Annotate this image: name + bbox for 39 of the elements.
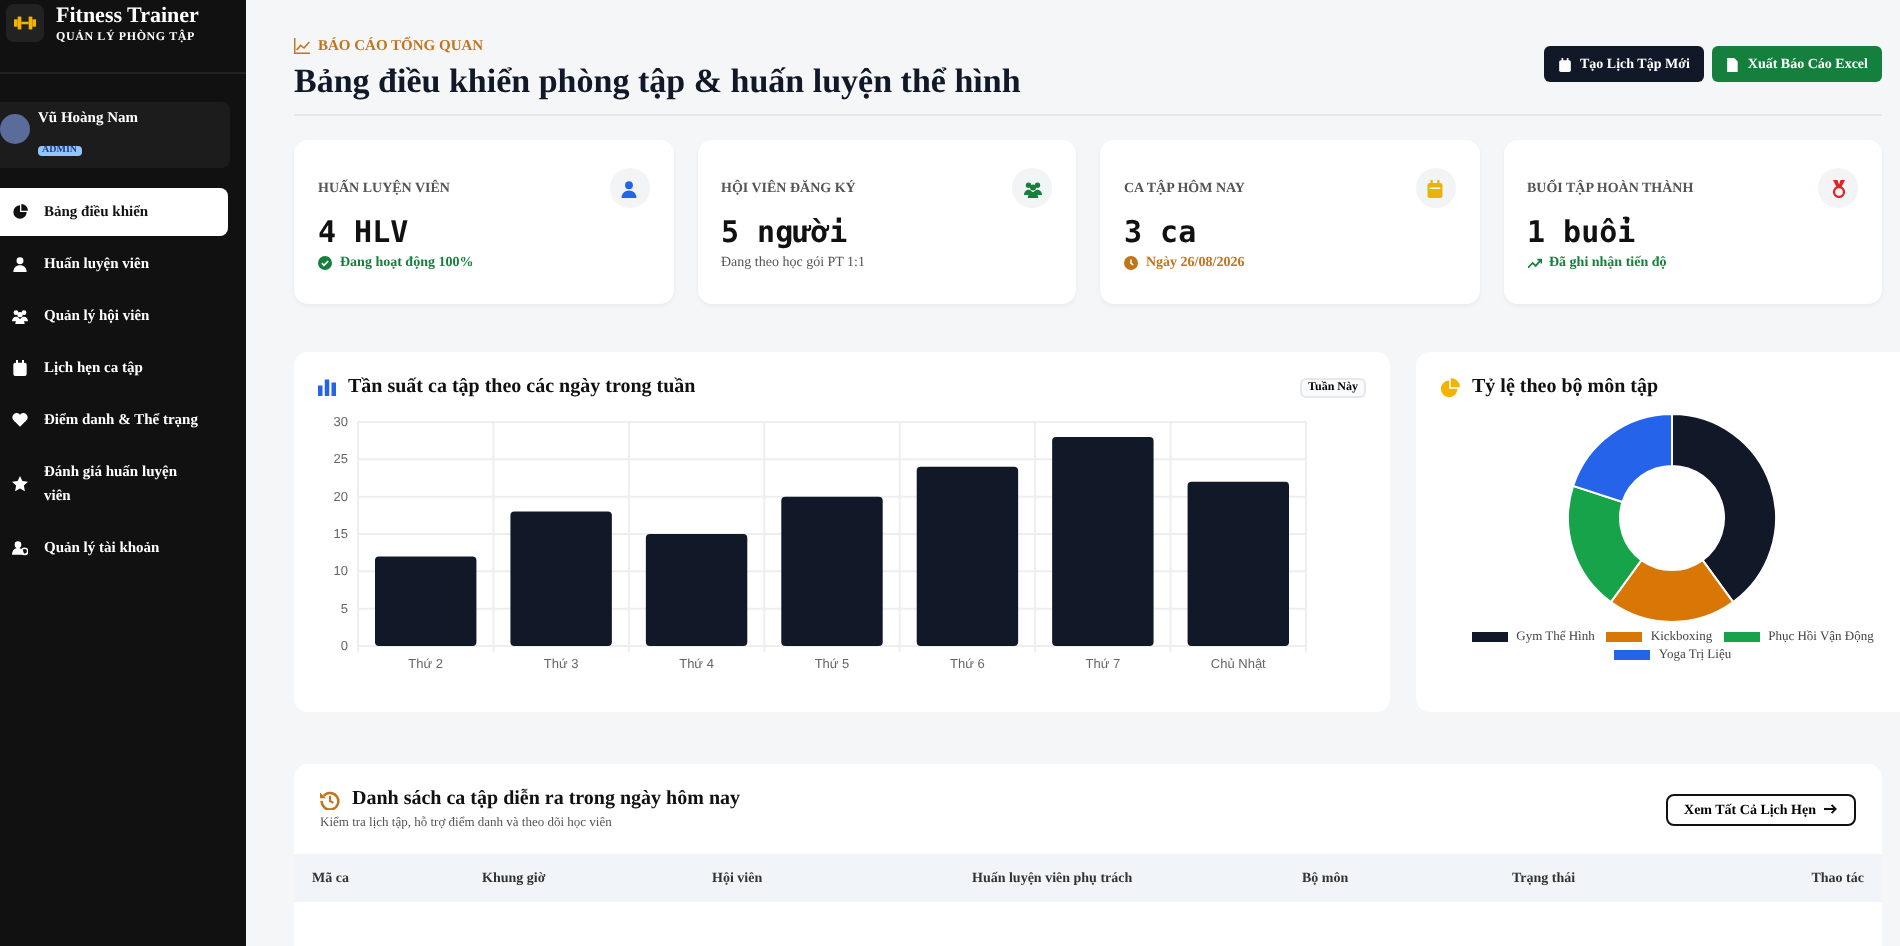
calendar-icon xyxy=(12,360,28,376)
people-icon xyxy=(1023,179,1041,197)
section-title: Danh sách ca tập diễn ra trong ngày hôm nay xyxy=(352,788,741,810)
pie-chart-icon xyxy=(1440,377,1460,397)
legend-swatch xyxy=(1472,632,1509,642)
stat-value: 4 HLV xyxy=(318,214,411,250)
dumbbell-icon xyxy=(14,12,36,34)
legend-swatch xyxy=(1614,650,1651,660)
bar-chart-icon xyxy=(318,378,336,396)
bar xyxy=(645,534,748,646)
person-icon xyxy=(12,256,28,272)
people-icon xyxy=(12,308,28,324)
calendar-icon xyxy=(1426,179,1444,197)
history-icon xyxy=(320,789,340,809)
line-chart-icon xyxy=(294,37,310,53)
stat-value: 3 ca xyxy=(1124,214,1199,250)
trend-up-icon xyxy=(1527,255,1541,269)
pie-chart-icon xyxy=(12,204,28,220)
legend-swatch xyxy=(1724,632,1761,642)
avatar xyxy=(0,114,30,144)
medal-icon xyxy=(1829,179,1847,197)
page-title: Bảng điều khiển phòng tập & huấn luyện thể hình xyxy=(294,62,1021,102)
star-icon xyxy=(12,476,28,492)
bar xyxy=(510,511,612,646)
arrow-right-icon xyxy=(1824,802,1838,816)
calendar-icon xyxy=(1558,57,1572,71)
person-icon xyxy=(620,179,638,197)
heart-pulse-icon xyxy=(12,412,28,428)
check-circle-icon xyxy=(318,255,332,269)
legend-swatch xyxy=(1606,632,1643,642)
user-gear-icon xyxy=(12,540,28,556)
stat-value: 5 người xyxy=(721,214,850,250)
bar xyxy=(375,556,477,646)
chart-title: Tần suất ca tập theo các ngày trong tuần xyxy=(348,376,698,398)
document-icon xyxy=(1725,57,1740,71)
stat-value: 1 buổi xyxy=(1527,214,1638,250)
chart-title: Tỷ lệ theo bộ môn tập xyxy=(1472,376,1659,398)
brand-name: Fitness Trainer xyxy=(56,4,199,28)
clock-icon xyxy=(1124,255,1138,269)
